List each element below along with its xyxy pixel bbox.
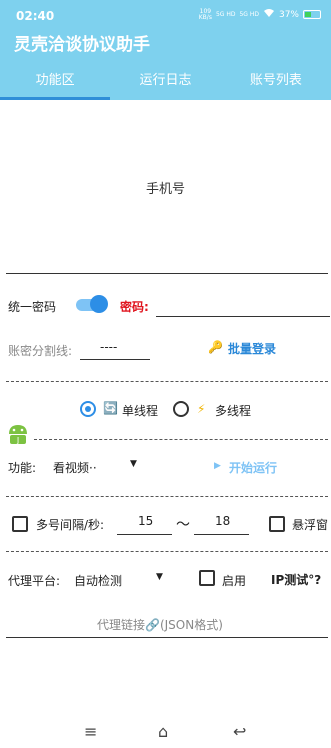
unified-password-toggle[interactable] xyxy=(76,295,108,313)
float-window-label: 悬浮窗 xyxy=(292,518,329,532)
battery-icon xyxy=(303,10,321,19)
interval-min-input[interactable]: 15 xyxy=(138,514,153,528)
ip-test-suffix: °? xyxy=(308,573,322,587)
password-input[interactable] xyxy=(156,316,330,317)
key-icon: 🔑 xyxy=(208,340,223,354)
wifi-icon xyxy=(263,8,275,21)
status-bar: 02:40 109 KB/s 5G HD 5G HD 37% xyxy=(0,0,331,30)
net-speed: 109 KB/s xyxy=(198,7,212,21)
status-time: 02:40 xyxy=(16,9,55,23)
function-select[interactable]: 看视频·· xyxy=(53,459,97,476)
android-icon[interactable]: J xyxy=(6,421,30,445)
batch-login-button[interactable]: 批量登录 xyxy=(228,340,276,357)
divider xyxy=(34,439,328,440)
proxy-link-underline xyxy=(6,637,328,638)
home-nav-button[interactable]: ⌂ xyxy=(158,722,168,741)
separator-input[interactable]: ---- xyxy=(100,340,117,354)
svg-text:J: J xyxy=(16,436,19,445)
signal-icon: 5G HD xyxy=(215,10,236,18)
divider xyxy=(6,551,328,552)
interval-max-input[interactable]: 18 xyxy=(215,514,230,528)
multi-interval-label: 多号间隔/秒: xyxy=(36,518,105,532)
tab-bar: 功能区 运行日志 账号列表 xyxy=(0,64,331,100)
tab-account-list[interactable]: 账号列表 xyxy=(221,64,331,100)
float-window-checkbox[interactable] xyxy=(269,516,285,532)
phone-input[interactable]: 手机号 xyxy=(6,110,328,274)
password-label: 密码: xyxy=(120,300,149,314)
separator-underline xyxy=(80,359,150,360)
signal-icon: 5G HD xyxy=(239,10,259,18)
function-label: 功能: xyxy=(8,461,37,475)
unified-password-label: 统一密码 xyxy=(8,300,57,314)
multi-interval-checkbox[interactable] xyxy=(12,516,28,532)
proxy-enable-checkbox[interactable] xyxy=(199,570,215,586)
app-title: 灵壳洽谈协议助手 xyxy=(14,35,150,55)
proxy-link-placeholder[interactable]: 代理链接🔗(JSON格式) xyxy=(97,616,223,633)
battery-percent: 37% xyxy=(278,9,299,20)
chevron-down-icon: ▼ xyxy=(130,459,137,469)
interval-min-underline xyxy=(117,534,172,535)
interval-tilde: ～ xyxy=(176,517,190,533)
start-run-button[interactable]: 开始运行 xyxy=(229,459,277,476)
proxy-platform-select[interactable]: 自动检测 xyxy=(74,572,122,589)
divider xyxy=(6,496,328,497)
phone-placeholder: 手机号 xyxy=(146,182,186,197)
chevron-down-icon: ▼ xyxy=(156,572,163,582)
ip-test-label: IP测试 xyxy=(271,573,309,587)
ip-test-button[interactable]: IP测试°? xyxy=(271,571,321,588)
phone-underline xyxy=(6,273,328,274)
separator-label: 账密分割线: xyxy=(8,344,73,358)
refresh-icon: 🔄 xyxy=(103,401,118,415)
divider xyxy=(6,381,328,382)
multi-thread-label: 多线程 xyxy=(215,404,252,418)
single-thread-label: 单线程 xyxy=(122,404,159,418)
interval-max-underline xyxy=(194,534,249,535)
single-thread-radio[interactable] xyxy=(80,401,96,417)
multi-thread-radio[interactable] xyxy=(173,401,189,417)
back-nav-button[interactable]: ↩ xyxy=(233,722,246,741)
proxy-enable-label: 启用 xyxy=(222,574,247,588)
status-icons: 109 KB/s 5G HD 5G HD 37% xyxy=(199,8,321,21)
tab-functions[interactable]: 功能区 xyxy=(0,64,111,100)
menu-nav-button[interactable]: ≡ xyxy=(84,722,97,741)
lightning-icon: ⚡ xyxy=(197,402,206,416)
tab-run-log[interactable]: 运行日志 xyxy=(110,64,220,100)
play-icon: ▶ xyxy=(214,461,221,471)
proxy-platform-label: 代理平台: xyxy=(8,574,61,588)
